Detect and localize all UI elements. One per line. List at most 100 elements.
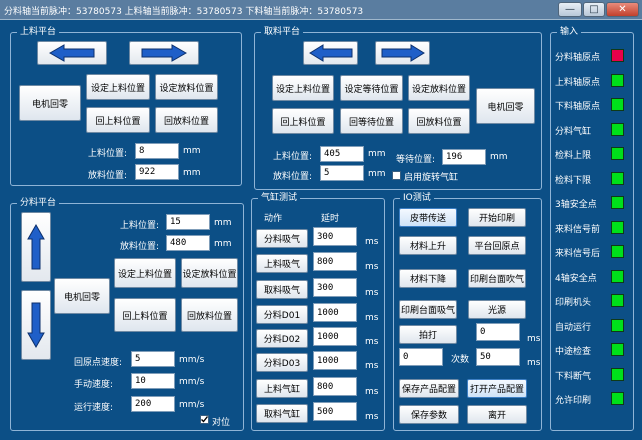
upper-left-arrow-button[interactable] xyxy=(37,41,107,65)
shoot-unit: ms xyxy=(527,334,541,344)
cylinder-action-button[interactable]: 取料吸气 xyxy=(256,280,308,299)
cylinder-delay-unit: ms xyxy=(365,361,379,371)
cylinder-delay-input[interactable]: 1000 xyxy=(313,351,357,370)
upper-set-unload-button[interactable]: 设定放料位置 xyxy=(155,74,218,100)
check-icon xyxy=(201,416,209,423)
split-home-button[interactable]: 电机回零 xyxy=(54,278,110,314)
shoot-button[interactable]: 拍打 xyxy=(399,325,457,344)
split-set-load-button[interactable]: 设定上料位置 xyxy=(114,258,176,288)
exit-button[interactable]: 离开 xyxy=(467,405,527,424)
take-go-wait-button[interactable]: 回等待位置 xyxy=(340,108,403,134)
cylinder-action-button[interactable]: 分料D01 xyxy=(256,305,308,324)
take-left-arrow-button[interactable] xyxy=(303,41,358,65)
input-indicator-label: 4轴安全点 xyxy=(555,274,597,284)
run-speed-unit: mm/s xyxy=(179,400,205,410)
shoot-input[interactable]: 0 xyxy=(476,323,520,341)
cylinder-action-button[interactable]: 分料吸气 xyxy=(256,229,308,248)
cylinder-col-delay: 延时 xyxy=(321,214,340,224)
cylinder-delay-unit: ms xyxy=(365,313,379,323)
cylinder-delay-input[interactable]: 800 xyxy=(313,377,357,396)
split-set-unload-button[interactable]: 设定放料位置 xyxy=(181,258,238,288)
split-go-load-button[interactable]: 回上料位置 xyxy=(114,298,176,332)
input-indicator-led xyxy=(611,270,624,283)
input-indicator-label: 3轴安全点 xyxy=(555,200,597,210)
home-speed-input[interactable]: 5 xyxy=(131,351,175,367)
cylinder-action-button[interactable]: 分料D03 xyxy=(256,353,308,372)
cylinder-action-button[interactable]: 上料吸气 xyxy=(256,254,308,273)
upper-unload-pos-input[interactable]: 922 xyxy=(135,164,179,180)
save-product-config-button[interactable]: 保存产品配置 xyxy=(399,379,459,398)
upper-load-pos-input[interactable]: 8 xyxy=(135,143,179,159)
align-checkbox[interactable] xyxy=(200,415,209,424)
arrow-up-icon xyxy=(27,223,45,270)
minimize-button[interactable]: — xyxy=(558,2,582,17)
save-params-button[interactable]: 保存参数 xyxy=(399,405,459,424)
rotate-cylinder-checkbox[interactable] xyxy=(392,171,401,180)
open-product-config-button[interactable]: 打开产品配置 xyxy=(467,379,527,398)
run-speed-input[interactable]: 200 xyxy=(131,396,175,412)
maximize-button[interactable]: □ xyxy=(583,2,605,17)
align-label: 对位 xyxy=(212,418,231,428)
input-indicator-led xyxy=(611,343,624,356)
upper-home-button[interactable]: 电机回零 xyxy=(19,85,81,121)
take-unload-pos-label: 放料位置: xyxy=(273,172,313,182)
close-button[interactable]: ✕ xyxy=(606,2,639,17)
belt-transfer-button[interactable]: 皮带传送 xyxy=(399,208,457,227)
cylinder-action-button[interactable]: 上料气缸 xyxy=(256,379,308,398)
take-wait-pos-input[interactable]: 196 xyxy=(442,149,486,165)
take-set-load-button[interactable]: 设定上料位置 xyxy=(272,75,334,101)
run-speed-label: 运行速度: xyxy=(74,403,114,413)
cylinder-delay-input[interactable]: 300 xyxy=(313,278,357,297)
split-unload-pos-input[interactable]: 480 xyxy=(166,235,210,251)
split-load-pos-unit: mm xyxy=(214,218,232,228)
cylinder-delay-input[interactable]: 1000 xyxy=(313,327,357,346)
cylinder-delay-input[interactable]: 500 xyxy=(313,402,357,421)
cylinder-delay-unit: ms xyxy=(365,387,379,397)
take-wait-pos-label: 等待位置: xyxy=(396,155,436,165)
input-indicator-led xyxy=(611,245,624,258)
take-home-button[interactable]: 电机回零 xyxy=(476,88,535,124)
split-unload-pos-label: 放料位置: xyxy=(120,242,160,252)
print-table-blow-button[interactable]: 印刷台面吹气 xyxy=(468,269,526,288)
light-source-button[interactable]: 光源 xyxy=(468,300,526,319)
take-set-unload-button[interactable]: 设定放料位置 xyxy=(408,75,470,101)
cylinder-delay-input[interactable]: 1000 xyxy=(313,303,357,322)
cylinder-delay-input[interactable]: 800 xyxy=(313,252,357,271)
upper-unload-pos-unit: mm xyxy=(183,168,201,178)
take-set-wait-button[interactable]: 设定等待位置 xyxy=(340,75,403,101)
take-load-pos-input[interactable]: 405 xyxy=(320,146,364,162)
input-indicator-led xyxy=(611,196,624,209)
take-go-load-button[interactable]: 回上料位置 xyxy=(272,108,334,134)
print-table-suck-button[interactable]: 印刷台面吸气 xyxy=(399,300,457,319)
input-indicator-led xyxy=(611,123,624,136)
count-input[interactable]: 0 xyxy=(399,348,443,366)
take-right-arrow-button[interactable] xyxy=(375,41,430,65)
upper-set-load-button[interactable]: 设定上料位置 xyxy=(86,74,150,100)
split-up-arrow-button[interactable] xyxy=(21,212,51,282)
split-load-pos-input[interactable]: 15 xyxy=(166,214,210,230)
inputs-title: 输入 xyxy=(557,27,582,38)
manual-speed-input[interactable]: 10 xyxy=(131,373,175,389)
arrow-right-icon xyxy=(381,44,425,62)
upper-go-load-button[interactable]: 回上料位置 xyxy=(86,107,150,133)
cylinder-col-action: 动作 xyxy=(264,214,283,224)
input-indicator-led xyxy=(611,368,624,381)
upper-right-arrow-button[interactable] xyxy=(129,41,199,65)
count-ms-input[interactable]: 50 xyxy=(476,348,520,366)
upper-go-unload-button[interactable]: 回放料位置 xyxy=(155,107,218,133)
input-indicator-label: 允许印刷 xyxy=(555,396,592,406)
input-indicator-led xyxy=(611,147,624,160)
material-up-button[interactable]: 材料上升 xyxy=(399,236,457,255)
take-unload-pos-input[interactable]: 5 xyxy=(320,165,364,181)
start-print-button[interactable]: 开始印刷 xyxy=(468,208,526,227)
cylinder-action-button[interactable]: 取料气缸 xyxy=(256,404,308,423)
split-unload-pos-unit: mm xyxy=(214,239,232,249)
split-down-arrow-button[interactable] xyxy=(21,290,51,360)
split-go-unload-button[interactable]: 回放料位置 xyxy=(181,298,238,332)
cylinder-action-button[interactable]: 分料D02 xyxy=(256,329,308,348)
cylinder-delay-input[interactable]: 300 xyxy=(313,227,357,246)
platform-home-button[interactable]: 平台回原点 xyxy=(468,236,526,255)
material-down-button[interactable]: 材料下降 xyxy=(399,269,457,288)
take-go-unload-button[interactable]: 回放料位置 xyxy=(408,108,470,134)
input-indicator-label: 来料信号后 xyxy=(555,249,601,259)
